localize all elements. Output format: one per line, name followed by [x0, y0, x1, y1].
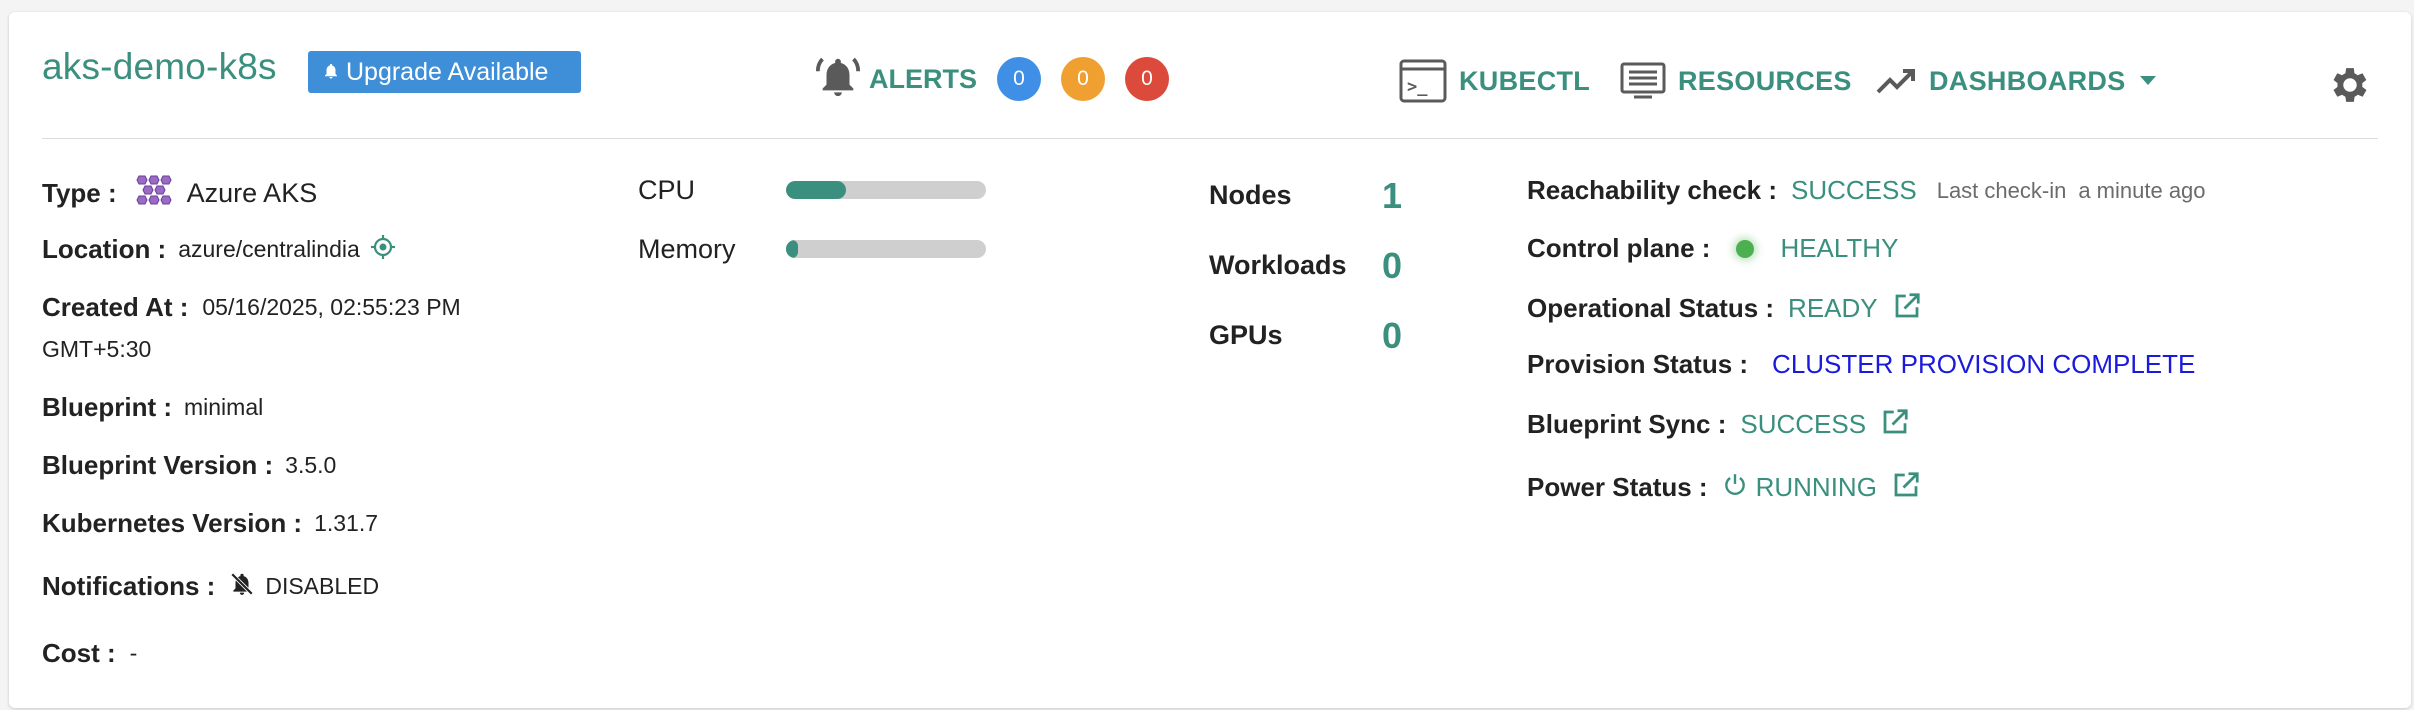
target-icon[interactable]	[370, 234, 396, 265]
blueprint-sync-label: Blueprint Sync :	[1527, 409, 1727, 439]
alert-count-info[interactable]: 0	[997, 57, 1041, 101]
cost-row: Cost : -	[42, 638, 137, 669]
last-checkin-value: a minute ago	[2078, 177, 2206, 203]
created-at-label: Created At :	[42, 292, 189, 322]
workloads-label: Workloads	[1209, 250, 1347, 280]
external-link-icon[interactable]	[1866, 407, 1910, 442]
power-status-value: RUNNING	[1755, 472, 1877, 502]
caret-down-icon	[2139, 76, 2156, 86]
blueprint-version-label: Blueprint Version :	[42, 450, 274, 480]
gear-icon[interactable]	[2327, 62, 2373, 108]
type-value: Azure AKS	[186, 178, 318, 208]
cluster-name[interactable]: aks-demo-k8s	[42, 46, 277, 88]
blueprint-sync-value: SUCCESS	[1740, 409, 1867, 439]
provision-status-label: Provision Status :	[1527, 349, 1749, 379]
nodes-label: Nodes	[1209, 180, 1292, 210]
control-plane-value: HEALTHY	[1780, 233, 1899, 263]
svg-text:>_: >_	[1407, 77, 1428, 97]
created-at-row: Created At : 05/16/2025, 02:55:23 PM	[42, 292, 461, 323]
provision-status-value: CLUSTER PROVISION COMPLETE	[1772, 349, 2196, 379]
cost-value: -	[129, 640, 138, 666]
notifications-row: Notifications : DISABLED	[42, 571, 379, 602]
blueprint-value: minimal	[184, 394, 264, 420]
operational-status-value: READY	[1788, 293, 1878, 323]
type-label: Type :	[42, 178, 117, 208]
blueprint-sync-row: Blueprint Sync : SUCCESS	[1527, 407, 1910, 442]
healthy-status-dot	[1736, 239, 1755, 258]
blueprint-row: Blueprint : minimal	[42, 392, 263, 423]
gpus-label: GPUs	[1209, 320, 1283, 350]
resources-label: RESOURCES	[1678, 65, 1852, 96]
power-status-row: Power Status : RUNNING	[1527, 470, 1921, 505]
upgrade-label: Upgrade Available	[346, 57, 549, 86]
blueprint-version-value: 3.5.0	[285, 452, 337, 478]
provision-status-row: Provision Status : CLUSTER PROVISION COM…	[1527, 349, 2195, 380]
kubernetes-version-label: Kubernetes Version :	[42, 508, 303, 538]
operational-status-label: Operational Status :	[1527, 293, 1775, 323]
dashboards-button[interactable]: DASHBOARDS	[1875, 56, 2156, 106]
cluster-card: aks-demo-k8s Upgrade Available ALERTS 0 …	[9, 12, 2411, 708]
bell-off-icon	[229, 571, 255, 602]
blueprint-label: Blueprint :	[42, 392, 172, 422]
gpus-value[interactable]: 0	[1382, 315, 1402, 357]
alerts-label: ALERTS	[869, 63, 977, 94]
cpu-usage-bar	[786, 181, 986, 199]
created-at-row-2: GMT+5:30	[42, 336, 151, 363]
kubectl-label: KUBECTL	[1459, 65, 1591, 96]
aks-logo-icon	[133, 174, 175, 213]
reachability-label: Reachability check :	[1527, 175, 1777, 205]
external-link-icon[interactable]	[1877, 470, 1921, 505]
created-at-value: 05/16/2025, 02:55:23 PM	[202, 294, 461, 320]
cpu-usage-fill	[786, 181, 846, 199]
location-value: azure/centralindia	[178, 236, 360, 262]
reachability-value: SUCCESS	[1791, 175, 1917, 205]
bell-icon	[322, 58, 340, 87]
external-link-icon[interactable]	[1878, 291, 1922, 326]
operational-status-row: Operational Status : READY	[1527, 291, 1922, 326]
terminal-icon: >_	[1399, 59, 1447, 103]
nodes-value[interactable]: 1	[1382, 175, 1402, 217]
alerts-summary[interactable]: ALERTS 0 0 0	[815, 54, 1189, 104]
kubernetes-version-row: Kubernetes Version : 1.31.7	[42, 508, 378, 539]
cpu-label: CPU	[638, 175, 696, 205]
kubectl-button[interactable]: >_ KUBECTL	[1399, 56, 1590, 106]
trending-icon	[1875, 66, 1917, 96]
reachability-row: Reachability check : SUCCESS Last check-…	[1527, 175, 2206, 206]
dashboards-label: DASHBOARDS	[1929, 65, 2126, 96]
control-plane-label: Control plane :	[1527, 233, 1711, 263]
memory-usage-bar	[786, 240, 986, 258]
last-checkin-label: Last check-in	[1936, 177, 2067, 203]
location-row: Location : azure/centralindia	[42, 234, 396, 265]
upgrade-available-badge[interactable]: Upgrade Available	[308, 51, 581, 93]
memory-label: Memory	[638, 234, 736, 264]
power-status-label: Power Status :	[1527, 472, 1708, 502]
resources-button[interactable]: RESOURCES	[1620, 56, 1852, 106]
control-plane-row: Control plane : HEALTHY	[1527, 233, 1898, 264]
location-label: Location :	[42, 234, 167, 264]
type-row: Type : Azure AKS	[42, 174, 317, 213]
created-at-timezone: GMT+5:30	[42, 336, 152, 362]
notifications-value: DISABLED	[265, 573, 380, 599]
header-divider	[42, 138, 2378, 139]
alert-count-critical[interactable]: 0	[1125, 57, 1169, 101]
blueprint-version-row: Blueprint Version : 3.5.0	[42, 450, 336, 481]
kubernetes-version-value: 1.31.7	[314, 510, 379, 536]
alarm-icon	[815, 54, 869, 105]
list-icon	[1620, 62, 1666, 100]
memory-usage-fill	[786, 240, 798, 258]
notifications-label: Notifications :	[42, 571, 216, 601]
alert-count-warning[interactable]: 0	[1061, 57, 1105, 101]
cost-label: Cost :	[42, 638, 116, 668]
power-icon	[1722, 472, 1748, 503]
workloads-value[interactable]: 0	[1382, 245, 1402, 287]
